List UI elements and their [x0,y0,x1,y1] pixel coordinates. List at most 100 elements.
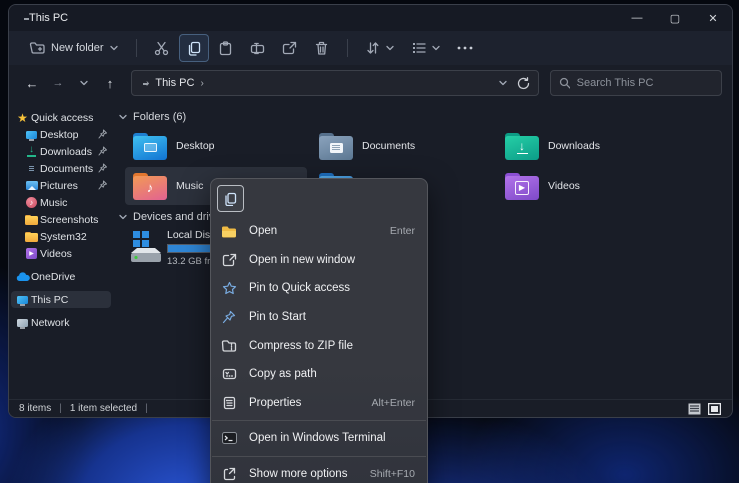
command-toolbar: New folder [9,31,732,65]
context-menu-command-bar [211,185,427,217]
window-title: This PC [29,12,68,24]
local-disk-icon [125,229,163,267]
breadcrumb-separator: › [200,78,203,89]
menu-item-pin-to-start[interactable]: Pin to Start [211,303,427,332]
pin-star-icon [221,281,237,295]
sidebar-item-this-pc[interactable]: This PC [11,291,111,308]
this-pc-icon [15,296,30,304]
items-count: 8 items [19,403,51,414]
drive-free-space: 13.2 GB fr [167,256,215,267]
selection-count: 1 item selected [70,403,137,414]
folder-tile-desktop[interactable]: Desktop [125,127,307,165]
menu-item-open-new-window[interactable]: Open in new window [211,246,427,275]
videos-folder-icon: ▶ [505,173,539,200]
share-button[interactable] [275,34,305,62]
sidebar-item-documents[interactable]: Documents [11,160,111,177]
maximize-button[interactable]: ▢ [656,5,694,31]
chevron-down-icon [110,45,118,51]
forward-button[interactable]: → [45,70,71,96]
cut-icon [154,41,169,56]
cut-button[interactable] [147,34,177,62]
menu-item-compress-zip[interactable]: Compress to ZIP file [211,331,427,360]
new-folder-icon [29,41,45,55]
sidebar-item-network[interactable]: Network [11,314,111,331]
properties-icon [221,396,237,410]
pin-icon [98,180,107,190]
paste-button[interactable] [211,34,241,62]
sidebar-item-downloads[interactable]: ↓ Downloads [11,143,111,160]
chevron-down-icon [432,45,440,51]
sidebar-item-pictures[interactable]: Pictures [11,177,111,194]
chevron-down-icon [386,45,394,51]
sidebar-item-quick-access[interactable]: ★ Quick access [11,109,111,126]
new-folder-button[interactable]: New folder [21,34,126,62]
desktop-wallpaper: { "colors": { "accent": "#4cc2ff", "wind… [0,0,739,483]
menu-item-open[interactable]: Open Enter [211,217,427,246]
menu-item-open-windows-terminal[interactable]: Open in Windows Terminal [211,424,427,453]
menu-item-pin-to-quick-access[interactable]: Pin to Quick access [211,274,427,303]
pin-icon [98,163,107,173]
up-button[interactable]: ↑ [97,70,123,96]
history-chevron-button[interactable] [71,70,97,96]
back-button[interactable]: ← [19,70,45,96]
rename-icon [250,42,265,55]
sidebar-item-music[interactable]: ♪ Music [11,194,111,211]
network-icon [15,319,30,327]
delete-button[interactable] [307,34,337,62]
new-folder-label: New folder [51,42,104,54]
close-button[interactable]: ✕ [694,5,732,31]
documents-icon [24,163,39,174]
refresh-icon[interactable] [517,77,530,90]
pin-icon [221,310,237,324]
open-new-window-icon [221,253,237,267]
chevron-down-icon [119,114,127,120]
local-disk-tile[interactable]: Local Disk 13.2 GB fr [125,229,215,267]
zip-folder-icon [221,339,237,352]
details-view-button[interactable] [686,402,702,415]
view-icon [412,42,426,54]
sidebar-item-desktop[interactable]: Desktop [11,126,111,143]
view-button[interactable] [404,34,448,62]
sort-icon [366,41,380,55]
see-more-button[interactable] [450,34,480,62]
sidebar-item-system32[interactable]: System32 [11,228,111,245]
videos-icon: ▶ [24,248,39,259]
search-box[interactable] [550,70,722,96]
menu-item-properties[interactable]: Properties Alt+Enter [211,389,427,418]
copy-button[interactable] [179,34,209,62]
pin-icon [98,146,107,156]
address-dropdown-icon[interactable] [499,80,507,86]
sidebar-item-videos[interactable]: ▶ Videos [11,245,111,262]
navigation-pane: ★ Quick access Desktop ↓ Downloads Docum… [9,101,113,399]
folders-section-header[interactable]: Folders (6) [119,111,186,123]
sidebar-item-onedrive[interactable]: OneDrive [11,268,111,285]
folder-tile-downloads[interactable]: ↓ Downloads [497,127,679,165]
sidebar-item-screenshots[interactable]: Screenshots [11,211,111,228]
copy-path-icon [221,368,237,380]
drive-capacity-bar [167,244,213,253]
context-menu: Open Enter Open in new window Pin to Qui… [210,178,428,483]
navigation-bar: ← → ↑ › This PC › [9,65,732,101]
minimize-button[interactable]: — [618,5,656,31]
toolbar-divider [136,39,137,57]
sort-button[interactable] [358,34,402,62]
paste-icon [219,41,232,56]
thumbnail-view-button[interactable] [706,402,722,415]
titlebar: This PC — ▢ ✕ [9,5,732,31]
open-folder-icon [221,225,237,238]
breadcrumb-this-pc[interactable]: This PC [155,77,194,89]
downloads-folder-icon: ↓ [505,133,539,160]
downloads-icon: ↓ [24,146,39,157]
search-input[interactable] [577,77,713,89]
rename-button[interactable] [243,34,273,62]
copy-icon [224,192,237,206]
menu-item-show-more-options[interactable]: Show more options Shift+F10 [211,460,427,483]
folder-tile-videos[interactable]: ▶ Videos [497,167,679,205]
folder-tile-documents[interactable]: Documents [311,127,493,165]
star-icon: ★ [15,113,30,123]
chevron-down-icon [80,80,88,86]
menu-item-copy-as-path[interactable]: Copy as path [211,360,427,389]
folder-icon [24,232,39,242]
copy-button[interactable] [217,185,244,212]
address-bar[interactable]: › This PC › [131,70,539,96]
